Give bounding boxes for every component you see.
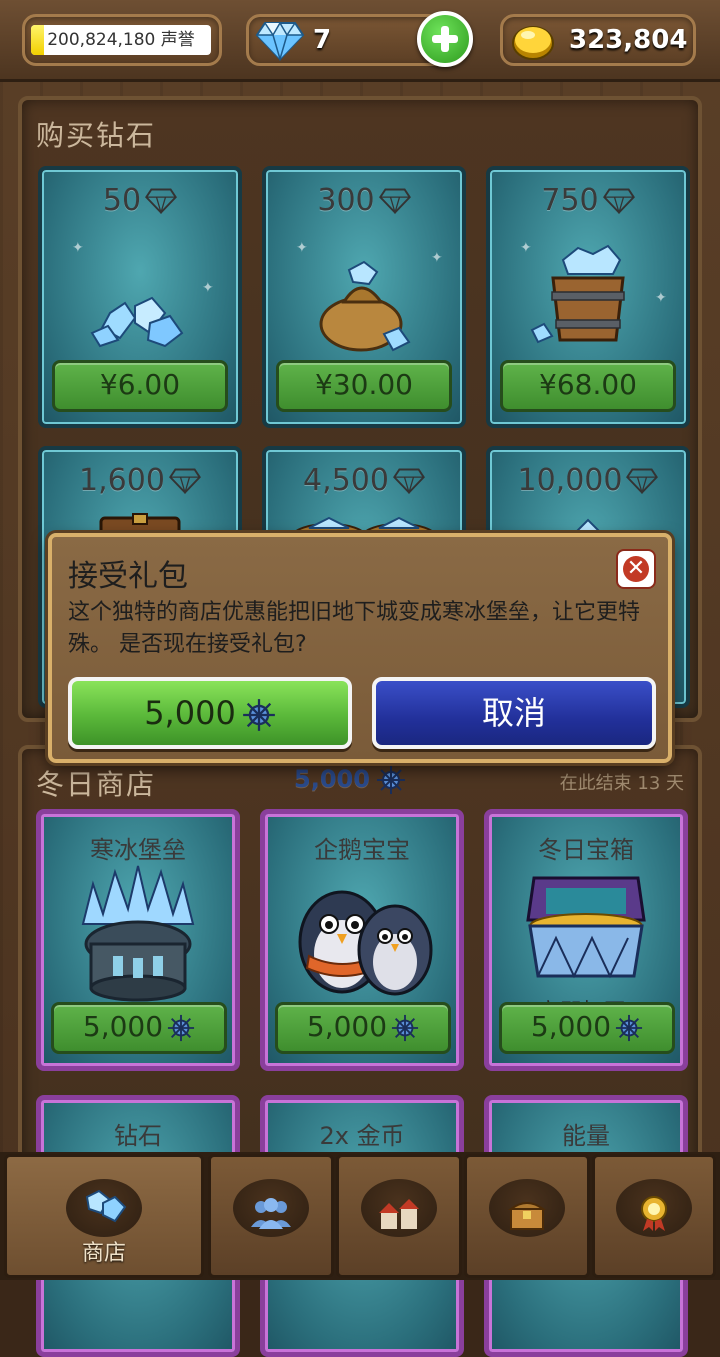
winter-item-card[interactable]: 冬日宝箱 立即打开! 5,000 xyxy=(484,809,688,1071)
diamond-icon xyxy=(145,188,178,215)
gem-bucket-icon xyxy=(530,244,625,344)
tab-achievements[interactable] xyxy=(592,1154,716,1278)
diamond-icon xyxy=(392,468,425,495)
diamond-icon xyxy=(255,21,305,61)
gem-pack-card[interactable]: ✦ ✦ 300 ¥30.00 xyxy=(262,166,466,428)
gold-count: 323,804 xyxy=(569,25,688,55)
winter-item-name: 企鹅宝宝 xyxy=(314,836,410,864)
snowflake-icon xyxy=(168,1014,195,1042)
buy-winter-item-button[interactable]: 5,000 xyxy=(51,1002,227,1054)
winter-chest-icon xyxy=(526,876,646,979)
ice-fortress-icon xyxy=(81,865,195,1002)
accept-button[interactable]: 5,000 xyxy=(68,677,352,749)
snowflake-icon xyxy=(392,1014,419,1042)
gem-pack-amount: 50 xyxy=(42,182,238,218)
buy-gem-pack-button[interactable]: ¥6.00 xyxy=(52,360,228,412)
winter-item-name: 寒冰堡垒 xyxy=(90,836,186,864)
gem-counter[interactable]: 7 xyxy=(246,11,473,67)
tab-shop[interactable]: 商店 xyxy=(4,1154,204,1278)
medal-icon xyxy=(641,1196,667,1231)
snowflake-icon xyxy=(616,1014,643,1042)
snowflake-icon xyxy=(242,699,275,731)
gold-coin-icon xyxy=(512,26,554,60)
winter-item-name: 钻石 xyxy=(114,1122,162,1150)
winter-item-card[interactable]: 企鹅宝宝 5,000 xyxy=(260,809,464,1071)
shop-gems-icon xyxy=(85,1189,127,1223)
winter-shop-panel: 冬日商店 5,000 在此结束 13 天 寒冰堡垒 5,000 企鹅宝宝 5,0… xyxy=(18,745,702,1357)
buy-gem-pack-button[interactable]: ¥68.00 xyxy=(500,360,676,412)
gold-counter: 323,804 xyxy=(500,14,696,66)
sparkle-icon: ✦ xyxy=(296,240,308,256)
snowflake-icon xyxy=(376,766,405,794)
tab-buildings[interactable] xyxy=(336,1154,462,1278)
gem-count: 7 xyxy=(313,25,332,55)
gem-pile-icon xyxy=(90,296,184,348)
close-icon: ✕ xyxy=(626,556,646,581)
close-button[interactable]: ✕ xyxy=(616,549,656,589)
sparkle-icon: ✦ xyxy=(202,280,214,296)
buildings-icon xyxy=(379,1199,419,1229)
tab-shop-label: 商店 xyxy=(81,1241,126,1266)
gem-pack-amount: 1,600 xyxy=(42,462,238,498)
sparkle-icon: ✦ xyxy=(72,240,84,256)
winter-item-name: 能量 xyxy=(562,1122,610,1150)
prestige-text: 200,824,180 声誉 xyxy=(47,30,195,50)
buy-winter-item-button[interactable]: 5,000 xyxy=(275,1002,451,1054)
diamond-icon xyxy=(626,468,659,495)
gem-pack-amount: 300 xyxy=(266,182,462,218)
buy-winter-item-button[interactable]: 5,000 xyxy=(499,1002,675,1054)
treasure-chest-icon xyxy=(507,1202,547,1230)
prestige-counter: 200,824,180 声誉 xyxy=(22,14,222,66)
bottom-nav: 商店 xyxy=(0,1152,720,1280)
winter-item-name: 冬日宝箱 xyxy=(538,836,634,864)
diamond-icon xyxy=(378,188,411,215)
prestige-bar: 200,824,180 声誉 xyxy=(31,25,211,55)
people-icon xyxy=(251,1198,291,1229)
tab-people[interactable] xyxy=(208,1154,334,1278)
winter-shop-title: 冬日商店 xyxy=(36,768,157,801)
gem-pack-amount: 4,500 xyxy=(266,462,462,498)
buy-gems-title: 购买钻石 xyxy=(36,119,157,152)
gem-pack-amount: 750 xyxy=(490,182,686,218)
gem-pack-amount: 10,000 xyxy=(490,462,686,498)
dialog-message: 这个独特的商店优惠能把旧地下城变成寒冰堡垒，让它更特殊。 是否现在接受礼包? xyxy=(68,600,641,657)
sparkle-icon: ✦ xyxy=(655,290,667,306)
top-bar: 200,824,180 声誉 7 323,804 xyxy=(0,0,720,82)
winter-shop-cost: 5,000 xyxy=(294,765,406,795)
cancel-button[interactable]: 取消 xyxy=(372,677,656,749)
winter-item-card[interactable]: 寒冰堡垒 5,000 xyxy=(36,809,240,1071)
add-gems-button[interactable] xyxy=(417,11,473,67)
gem-sack-icon xyxy=(319,260,411,352)
winter-shop-days-left: 在此结束 13 天 xyxy=(559,773,684,794)
buy-gem-pack-button[interactable]: ¥30.00 xyxy=(276,360,452,412)
tab-treasure[interactable] xyxy=(464,1154,590,1278)
sparkle-icon: ✦ xyxy=(431,250,443,266)
dialog-title: 接受礼包 xyxy=(68,559,188,594)
gem-pack-card[interactable]: ✦ ✦ 750 ¥68.00 xyxy=(486,166,690,428)
penguins-icon xyxy=(298,890,433,996)
winter-item-name: 2x 金币 xyxy=(319,1122,405,1150)
accept-package-dialog: 接受礼包 ✕ 这个独特的商店优惠能把旧地下城变成寒冰堡垒，让它更特殊。 是否现在… xyxy=(48,533,672,763)
diamond-icon xyxy=(168,468,201,495)
gem-pack-card[interactable]: ✦ ✦ 50 ¥6.00 xyxy=(38,166,242,428)
diamond-icon xyxy=(602,188,635,215)
